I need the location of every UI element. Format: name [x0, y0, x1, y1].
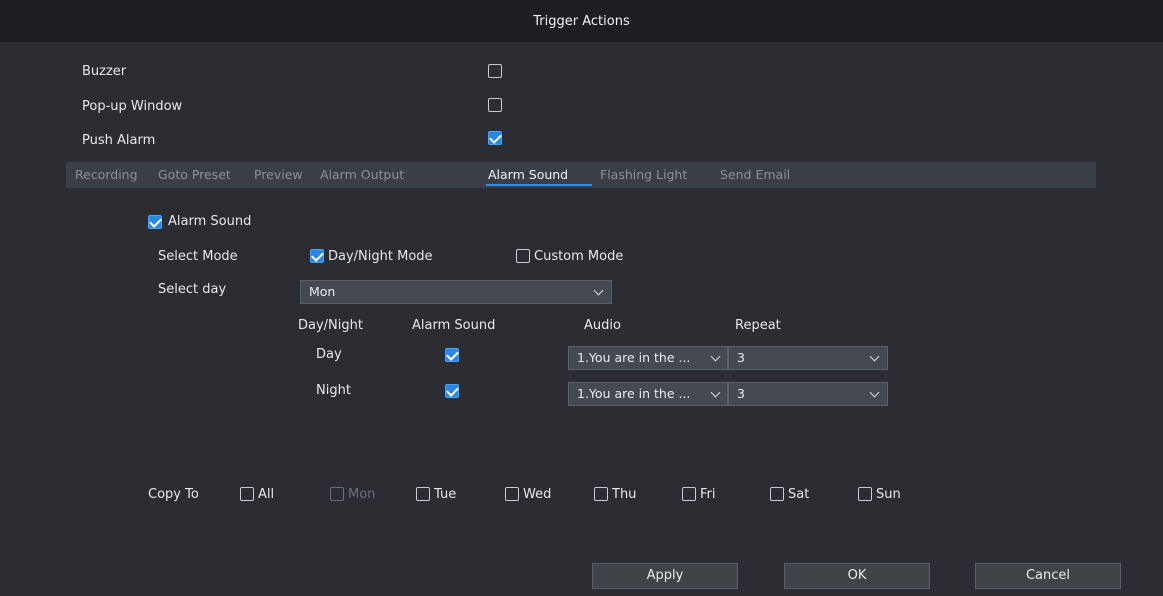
- row-day-label: Day: [316, 347, 342, 362]
- copy-thu-label: Thu: [612, 487, 637, 502]
- row-night-audio-dropdown[interactable]: 1.You are in the ...: [568, 382, 728, 406]
- dialog-title: Trigger Actions: [533, 14, 630, 29]
- row-night-repeat-dropdown[interactable]: 3: [728, 382, 888, 406]
- copy-fri-label: Fri: [700, 487, 716, 502]
- select-day-dropdown[interactable]: Mon: [300, 280, 612, 304]
- copy-all-label: All: [258, 487, 275, 502]
- copy-wed-checkbox[interactable]: [505, 487, 519, 501]
- tab-goto-preset[interactable]: Goto Preset: [158, 167, 231, 182]
- copy-tue-label: Tue: [434, 487, 457, 502]
- row-night-sound-checkbox[interactable]: [445, 384, 459, 398]
- tab-send-email[interactable]: Send Email: [720, 167, 790, 182]
- copy-sun-label: Sun: [876, 487, 901, 502]
- row-day-repeat-value: 3: [737, 350, 745, 365]
- copy-wed-label: Wed: [523, 487, 552, 502]
- dialog-body: [0, 42, 1163, 596]
- row-day-audio-dropdown[interactable]: 1.You are in the ...: [568, 346, 728, 370]
- copy-mon-checkbox: [330, 487, 344, 501]
- custom-mode-label: Custom Mode: [534, 249, 624, 264]
- chevron-down-icon: [710, 351, 721, 362]
- push-alarm-label: Push Alarm: [82, 133, 156, 148]
- row-day-audio-value: 1.You are in the ...: [577, 350, 691, 365]
- tab-alarm-output[interactable]: Alarm Output: [320, 167, 404, 182]
- daynight-mode-checkbox[interactable]: [310, 249, 324, 263]
- chevron-down-icon: [710, 387, 721, 398]
- row-night-audio-value: 1.You are in the ...: [577, 386, 691, 401]
- select-day-label: Select day: [158, 282, 227, 297]
- copy-fri-checkbox[interactable]: [682, 487, 696, 501]
- daynight-mode-label: Day/Night Mode: [328, 249, 433, 264]
- buzzer-label: Buzzer: [82, 64, 127, 79]
- copy-thu-checkbox[interactable]: [594, 487, 608, 501]
- popup-window-label: Pop-up Window: [82, 99, 183, 114]
- header-alarm-sound: Alarm Sound: [412, 318, 496, 333]
- ok-button[interactable]: OK: [784, 563, 930, 589]
- header-repeat: Repeat: [735, 318, 781, 333]
- select-mode-label: Select Mode: [158, 249, 238, 264]
- tab-recording[interactable]: Recording: [75, 167, 138, 182]
- chevron-down-icon: [869, 387, 880, 398]
- apply-button[interactable]: Apply: [592, 563, 738, 589]
- row-night-label: Night: [316, 383, 351, 398]
- tab-preview[interactable]: Preview: [254, 167, 303, 182]
- copy-sat-checkbox[interactable]: [770, 487, 784, 501]
- alarm-sound-enable-label: Alarm Sound: [168, 214, 252, 229]
- tab-flashing-light[interactable]: Flashing Light: [600, 167, 687, 182]
- custom-mode-checkbox[interactable]: [516, 249, 530, 263]
- push-alarm-checkbox[interactable]: [488, 131, 502, 145]
- row-day-repeat-dropdown[interactable]: 3: [728, 346, 888, 370]
- copy-mon-label: Mon: [348, 487, 376, 502]
- tab-alarm-sound[interactable]: Alarm Sound: [488, 167, 568, 182]
- chevron-down-icon: [869, 351, 880, 362]
- header-day-night: Day/Night: [298, 318, 363, 333]
- dialog-titlebar: Trigger Actions: [0, 0, 1163, 48]
- select-day-value: Mon: [309, 284, 336, 299]
- copy-to-label: Copy To: [148, 487, 199, 502]
- copy-tue-checkbox[interactable]: [416, 487, 430, 501]
- popup-window-checkbox[interactable]: [488, 98, 502, 112]
- header-audio: Audio: [584, 318, 621, 333]
- active-tab-indicator: [486, 184, 592, 186]
- alarm-sound-enable-checkbox[interactable]: [148, 215, 162, 229]
- row-night-repeat-value: 3: [737, 386, 745, 401]
- chevron-down-icon: [593, 285, 604, 296]
- cancel-button[interactable]: Cancel: [975, 563, 1121, 589]
- copy-sun-checkbox[interactable]: [858, 487, 872, 501]
- copy-all-checkbox[interactable]: [240, 487, 254, 501]
- copy-sat-label: Sat: [788, 487, 810, 502]
- row-day-sound-checkbox[interactable]: [445, 348, 459, 362]
- buzzer-checkbox[interactable]: [488, 64, 502, 78]
